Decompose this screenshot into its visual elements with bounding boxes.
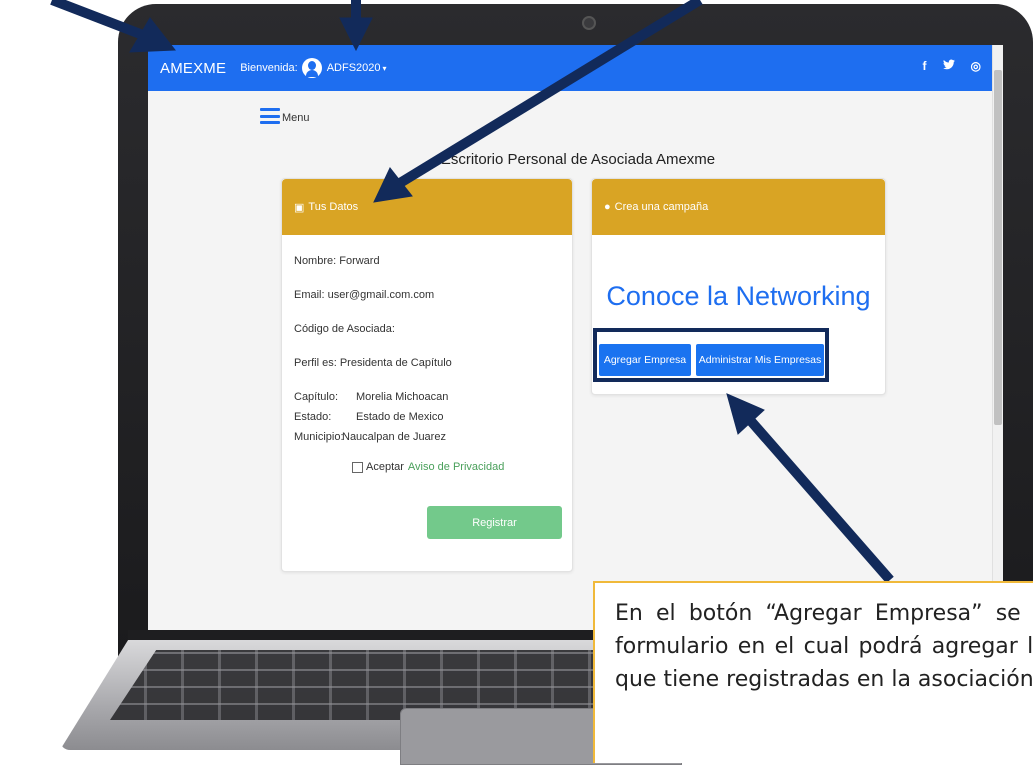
twitter-icon[interactable] bbox=[942, 59, 955, 73]
navbar: AMEXME Bienvenida: ADFS2020 ▾ f ◎ bbox=[148, 45, 1003, 91]
datos-nombre: Nombre: Forward bbox=[294, 255, 380, 267]
datos-row-value: Morelia Michoacan bbox=[356, 391, 449, 403]
scrollbar-thumb[interactable] bbox=[994, 70, 1002, 425]
datos-estado: Estado: Estado de Mexico bbox=[294, 411, 572, 431]
callout-text: En el botón “Agregar Empresa” se mostrar… bbox=[615, 601, 1033, 692]
map-marker-icon: ● bbox=[604, 201, 611, 213]
buttons-highlight-box bbox=[593, 328, 829, 382]
instagram-icon[interactable]: ◎ bbox=[971, 59, 981, 73]
datos-row-value: Naucalpan de Juarez bbox=[342, 431, 446, 443]
menu-label: Menu bbox=[282, 112, 310, 124]
datos-email: Email: user@gmail.com.com bbox=[294, 289, 435, 301]
hamburger-icon bbox=[260, 108, 280, 124]
campana-card-header: ● Crea una campaña bbox=[592, 179, 885, 235]
privacy-consent: Aceptar Aviso de Privacidad bbox=[294, 461, 572, 473]
welcome-label: Bienvenida: bbox=[240, 62, 298, 74]
id-card-icon: ▣ bbox=[294, 201, 305, 214]
instruction-callout: En el botón “Agregar Empresa” se mostrar… bbox=[593, 581, 1033, 763]
facebook-icon[interactable]: f bbox=[923, 59, 927, 73]
datos-perfil: Perfil es: Presidenta de Capítulo bbox=[294, 357, 452, 369]
datos-card-header: ▣ Tus Datos bbox=[282, 179, 572, 235]
datos-body: Nombre: Forward Email: user@gmail.com.co… bbox=[282, 235, 572, 473]
datos-row-key: Municipio: bbox=[294, 431, 344, 443]
privacy-label: Aceptar bbox=[366, 461, 404, 473]
privacy-notice-link[interactable]: Aviso de Privacidad bbox=[408, 461, 504, 473]
brand-link[interactable]: AMEXME bbox=[160, 60, 226, 77]
networking-headline: Conoce la Networking bbox=[606, 281, 871, 311]
user-avatar-icon[interactable] bbox=[301, 58, 322, 78]
datos-card: ▣ Tus Datos Nombre: Forward Email: user@… bbox=[281, 178, 573, 572]
datos-row-key: Capítulo: bbox=[294, 391, 339, 403]
page-title: Escritorio Personal de Asociada Amexme bbox=[440, 151, 716, 168]
datos-municipio: Municipio: Naucalpan de Juarez bbox=[294, 431, 572, 451]
app-screen: AMEXME Bienvenida: ADFS2020 ▾ f ◎ Menu Es… bbox=[148, 45, 1003, 630]
datos-row-value: Estado de Mexico bbox=[356, 411, 444, 423]
datos-row-key: Estado: bbox=[294, 411, 332, 423]
user-dropdown[interactable]: ADFS2020 ▾ bbox=[327, 62, 387, 74]
page-scrollbar[interactable] bbox=[992, 45, 1003, 630]
datos-codigo: Código de Asociada: bbox=[294, 323, 395, 335]
campana-card-title: Crea una campaña bbox=[614, 201, 709, 213]
username-label: ADFS2020 bbox=[326, 62, 381, 74]
menu-button[interactable]: Menu bbox=[260, 108, 310, 124]
caret-down-icon: ▾ bbox=[382, 64, 387, 73]
social-links: f ◎ bbox=[923, 59, 981, 73]
datos-card-title: Tus Datos bbox=[308, 201, 359, 213]
privacy-checkbox[interactable] bbox=[352, 461, 363, 473]
camera-icon bbox=[582, 16, 596, 30]
datos-capitulo: Capítulo: Morelia Michoacan bbox=[294, 391, 572, 411]
register-button[interactable]: Registrar bbox=[427, 506, 562, 539]
